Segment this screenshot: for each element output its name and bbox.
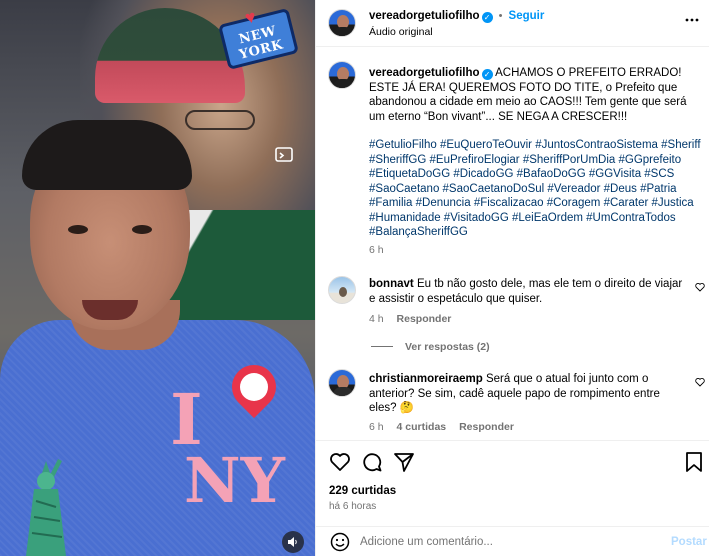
comment-2-username[interactable]: christianmoreiraemp [369,373,483,385]
comment-2-reply-button[interactable]: Responder [459,421,514,433]
heart-icon[interactable] [329,451,351,473]
likes-count[interactable]: 229 curtidas [329,485,396,497]
statue-of-liberty-sticker [26,459,66,556]
add-comment-bar: Postar [316,526,709,556]
sticker-ny: NY [184,444,285,517]
more-options-icon[interactable] [684,12,700,28]
tag-people-icon[interactable] [273,144,295,166]
audio-label[interactable]: Áudio original [369,26,433,38]
emoji-icon[interactable] [330,532,350,552]
comment-1-username[interactable]: bonnavt [369,278,414,290]
post-caption: vereadorgetuliofilho ✓ ACHAMOS O PREFEITO… [369,66,699,124]
post-actions: 229 curtidas há 6 horas [316,440,709,526]
post-comment-button[interactable]: Postar [671,536,707,548]
separator-dot: • [498,10,503,22]
follow-button[interactable]: Seguir [509,10,545,22]
i-love-ny-sticker: I NY [170,355,310,525]
view-replies-button[interactable]: Ver respostas (2) [405,341,490,353]
avatar[interactable] [328,9,356,37]
header-user-line: vereadorgetuliofilho ✓ • Seguir [369,10,544,23]
comment-2-likes[interactable]: 4 curtidas [397,421,447,433]
post-header: vereadorgetuliofilho ✓ • Seguir Áudio ori… [316,0,709,47]
comment-1-meta: 4 h Responder [369,313,461,325]
like-comment-heart-icon[interactable] [695,377,705,387]
comment-2-meta: 6 h 4 curtidas Responder [369,421,524,433]
comment-1-time[interactable]: 4 h [369,313,384,325]
avatar[interactable] [328,61,356,89]
share-icon[interactable] [393,451,415,473]
location-pin-icon [222,355,286,419]
comment-2: christianmoreiraemp Será que o atual foi… [369,372,689,416]
thinking-emoji-icon: 🤔 [399,402,415,414]
comment-2-time[interactable]: 6 h [369,421,384,433]
instagram-post-view: ♥ NEW YORK I NY vereadorgetuliofilho ✓ •… [0,0,709,556]
post-author-username[interactable]: vereadorgetuliofilho [369,10,480,22]
avatar[interactable] [328,276,356,304]
post-time[interactable]: há 6 horas [329,501,376,512]
comment-icon[interactable] [361,451,383,473]
replies-line [371,346,393,347]
subject-hair [22,120,192,190]
post-details-panel: vereadorgetuliofilho ✓ • Seguir Áudio ori… [315,0,709,556]
avatar[interactable] [328,369,356,397]
subject-eye [68,225,88,234]
verified-badge-icon: ✓ [481,12,493,23]
speaker-icon[interactable] [282,531,304,553]
caption-time[interactable]: 6 h [369,244,384,256]
bookmark-icon[interactable] [684,451,704,473]
caption-username[interactable]: vereadorgetuliofilho [369,67,480,79]
background-person-glasses [185,110,255,130]
comment-input[interactable] [360,533,650,551]
subject-eye [132,225,152,234]
like-comment-heart-icon[interactable] [695,282,705,292]
comment-1-text: Eu tb não gosto dele, mas ele tem o dire… [369,278,683,305]
comment-1: bonnavt Eu tb não gosto dele, mas ele te… [369,277,689,306]
caption-hashtags[interactable]: #GetulioFilho #EuQueroTeOuvir #JuntosCon… [369,138,704,240]
verified-badge-icon: ✓ [481,69,493,80]
post-media[interactable]: ♥ NEW YORK I NY [0,0,315,556]
comment-1-reply-button[interactable]: Responder [397,313,452,325]
